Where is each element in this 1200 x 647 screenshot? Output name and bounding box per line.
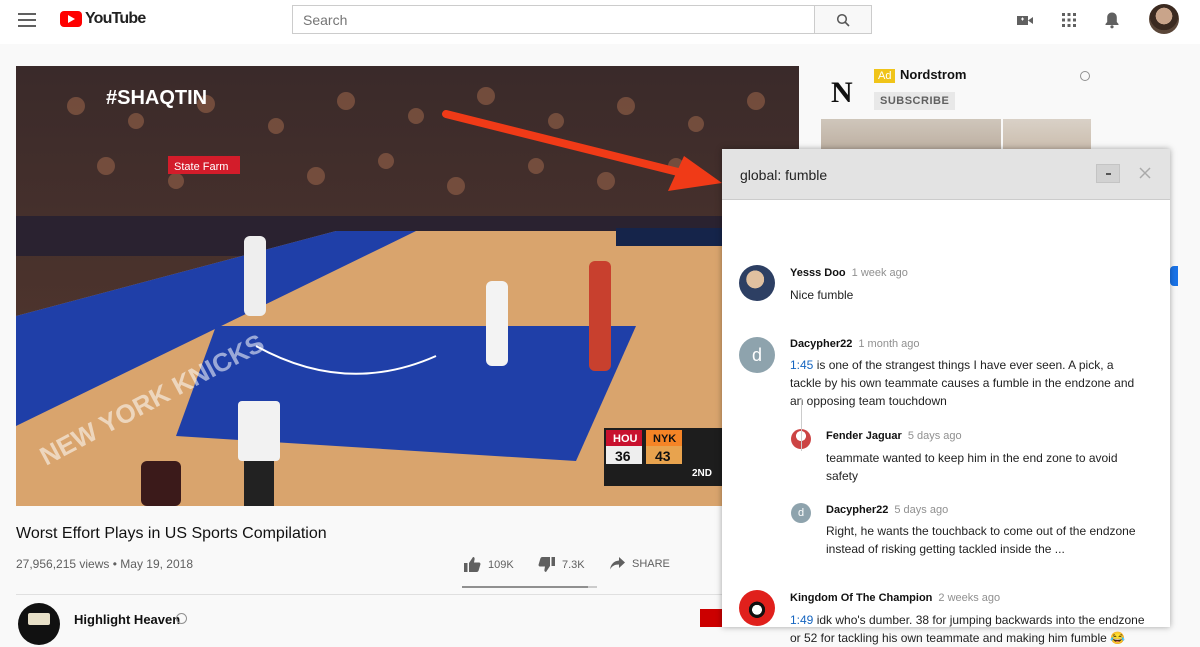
close-icon[interactable] — [1136, 164, 1154, 182]
reply-time: 5 days ago — [907, 430, 962, 442]
apps-grid-icon[interactable] — [1059, 11, 1079, 29]
comment-time: 1 week ago — [851, 267, 908, 279]
video-meta: 27,956,215 views • May 19, 2018 — [16, 557, 193, 571]
popup-header: global: fumble — [722, 149, 1170, 200]
reply-avatar[interactable]: d — [791, 503, 811, 523]
comment-avatar[interactable] — [739, 590, 775, 626]
ad-subscribe-button[interactable]: SUBSCRIBE — [874, 92, 956, 110]
notifications-bell-icon[interactable] — [1102, 11, 1122, 29]
comment-avatar[interactable] — [739, 265, 775, 301]
comment-author[interactable]: Kingdom Of The Champion 2 weeks ago — [790, 592, 1000, 604]
popup-title: global: fumble — [740, 167, 828, 183]
video-overlay-tag: #SHAQTIN — [106, 87, 207, 109]
verified-check-icon — [176, 613, 187, 624]
reply-author[interactable]: Fender Jaguar 5 days ago — [826, 430, 962, 442]
dislike-count: 7.3K — [562, 558, 585, 571]
minimize-button[interactable] — [1096, 164, 1120, 183]
search-icon — [836, 13, 850, 27]
like-dislike-ratio-bar — [462, 586, 597, 588]
menu-icon[interactable] — [18, 13, 36, 27]
score-home-team: HOU — [613, 433, 638, 445]
create-video-icon[interactable] — [1015, 11, 1035, 29]
thumbs-up-icon — [464, 557, 481, 572]
like-count: 109K — [488, 558, 514, 571]
channel-name[interactable]: Highlight Heaven — [74, 612, 180, 627]
comment-time: 1 month ago — [858, 338, 920, 350]
advertiser-logo[interactable]: N — [831, 76, 853, 110]
advertiser-name[interactable]: Nordstrom — [900, 67, 966, 82]
divider — [16, 594, 800, 595]
comment-time: 2 weeks ago — [938, 592, 1001, 604]
sidebar-toggle[interactable] — [1170, 266, 1178, 286]
dislike-button[interactable]: 7.3K — [538, 557, 585, 572]
video-frame: #SHAQTIN NEW YORK KNICKS State Farm HOU … — [16, 66, 799, 506]
reply-text: Right, he wants the touchback to come ou… — [826, 524, 1136, 556]
comment-search-popup: global: fumble Yesss Doo 1 week ago Nice … — [722, 149, 1170, 645]
like-button[interactable]: 109K — [464, 557, 514, 572]
logo-text: YouTube — [85, 10, 146, 27]
share-label: SHARE — [632, 557, 670, 570]
comment-avatar[interactable]: d — [739, 337, 775, 373]
share-button[interactable]: SHARE — [610, 557, 670, 570]
video-timestamp-link[interactable]: 1:49 — [790, 613, 813, 627]
score-away-value: 43 — [655, 448, 671, 464]
view-count: 27,956,215 views — [16, 557, 110, 571]
youtube-play-icon — [60, 11, 82, 27]
score-home-value: 36 — [615, 448, 631, 464]
comment-text: 1:49 idk who's dumber. 38 for jumping ba… — [790, 613, 1145, 645]
like-ratio-fill — [462, 586, 589, 588]
comment-text: 1:45 is one of the strangest things I ha… — [790, 358, 1135, 408]
share-icon — [610, 557, 625, 570]
reply-time: 5 days ago — [894, 504, 949, 516]
subscribe-button-partial[interactable] — [700, 609, 722, 627]
thumbs-down-icon — [538, 557, 555, 572]
reply-text: teammate wanted to keep him in the end z… — [826, 451, 1118, 483]
video-player[interactable]: #SHAQTIN NEW YORK KNICKS State Farm HOU … — [16, 66, 799, 506]
comment-author[interactable]: Yesss Doo 1 week ago — [790, 267, 908, 279]
upload-date: May 19, 2018 — [120, 557, 193, 571]
ad-badge: Ad — [874, 69, 896, 83]
reply-author[interactable]: Dacypher22 5 days ago — [826, 504, 948, 516]
comment-author[interactable]: Dacypher22 1 month ago — [790, 338, 920, 350]
video-title: Worst Effort Plays in US Sports Compilat… — [16, 525, 327, 542]
top-bar: YouTube — [0, 0, 1200, 44]
user-avatar[interactable] — [1149, 4, 1179, 34]
search-button[interactable] — [814, 5, 872, 34]
video-timestamp-link[interactable]: 1:45 — [790, 358, 813, 372]
thread-line — [801, 399, 802, 451]
youtube-logo[interactable]: YouTube — [60, 10, 146, 28]
comment-text: Nice fumble — [790, 288, 854, 302]
ad-info-icon[interactable] — [1080, 71, 1090, 81]
score-away-team: NYK — [653, 433, 676, 445]
sponsor-sign: State Farm — [174, 161, 228, 173]
search-input[interactable] — [292, 5, 814, 34]
channel-avatar[interactable] — [18, 603, 60, 645]
score-period: 2ND — [692, 468, 712, 479]
